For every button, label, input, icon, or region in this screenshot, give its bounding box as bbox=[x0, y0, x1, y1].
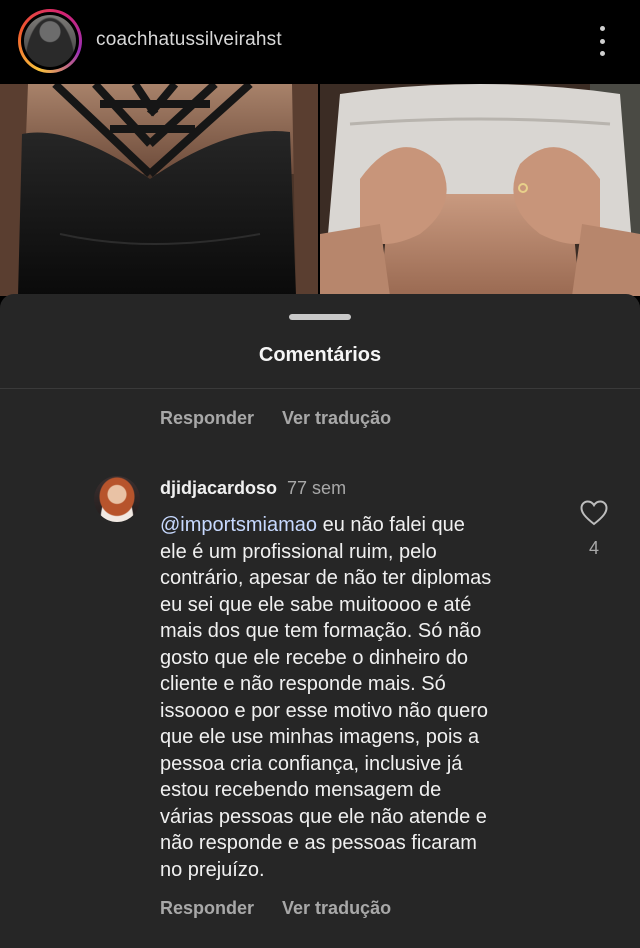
post-avatar[interactable] bbox=[18, 9, 82, 73]
divider bbox=[0, 388, 640, 389]
comment-meta: djidjacardoso 77 sem bbox=[160, 478, 346, 499]
comment-line: eu não falei que bbox=[317, 514, 465, 536]
see-translation-button[interactable]: Ver tradução bbox=[282, 898, 391, 919]
comment-line: ele é um profissional ruim, pelo bbox=[160, 540, 437, 563]
post-header: coachhatussilveirahst bbox=[0, 0, 640, 84]
comments-sheet: Comentários Responder Ver tradução djidj… bbox=[0, 294, 640, 948]
post-photo-right[interactable] bbox=[320, 84, 640, 296]
comment-line: mais dos que tem formação. Só não bbox=[160, 620, 482, 642]
mention-link[interactable]: @importsmiamao bbox=[160, 514, 317, 536]
reply-button[interactable]: Responder bbox=[160, 898, 254, 919]
comment-actions: Responder Ver tradução bbox=[160, 898, 391, 919]
see-translation-button[interactable]: Ver tradução bbox=[282, 408, 391, 429]
comment-line: eu sei que ele sabe muitoooo e até bbox=[160, 593, 472, 616]
comment-text: @importsmiamao eu não falei que ele é um… bbox=[160, 512, 560, 883]
sheet-title: Comentários bbox=[258, 344, 382, 366]
comment-username[interactable]: djidjacardoso bbox=[160, 478, 277, 498]
heart-icon[interactable] bbox=[580, 500, 608, 526]
comment-timestamp: 77 sem bbox=[287, 478, 347, 498]
comment-line: contrário, apesar de não ter diplomas bbox=[160, 567, 492, 589]
drag-handle[interactable] bbox=[289, 314, 351, 320]
reply-button[interactable]: Responder bbox=[160, 408, 254, 429]
comment-line: issoooo e por esse motivo não quero bbox=[160, 699, 488, 722]
previous-comment-actions: Responder Ver tradução bbox=[160, 408, 391, 429]
avatar-image bbox=[24, 15, 76, 67]
comment-line: pessoa cria confiança, inclusive já bbox=[160, 752, 463, 775]
comment-line: estou recebendo mensagem de bbox=[160, 779, 442, 801]
comment-line: gosto que ele recebe o dinheiro do bbox=[160, 646, 469, 669]
comment-line: várias pessoas que ele não atende e bbox=[160, 805, 487, 828]
comment-avatar[interactable] bbox=[94, 476, 140, 522]
comment-line: não responde e as pessoas ficaram bbox=[160, 832, 477, 854]
screen: coachhatussilveirahst Comentários Respon… bbox=[0, 0, 640, 948]
post-photo-left[interactable] bbox=[0, 84, 318, 296]
more-vertical-icon[interactable] bbox=[590, 26, 614, 56]
comment-line: cliente e não responde mais. Só bbox=[160, 673, 446, 695]
comment-line: no prejuízo. bbox=[160, 858, 265, 881]
like-count: 4 bbox=[588, 538, 599, 558]
post-username[interactable]: coachhatussilveirahst bbox=[96, 29, 282, 51]
comment-line: que ele use minhas imagens, pois a bbox=[160, 726, 480, 748]
